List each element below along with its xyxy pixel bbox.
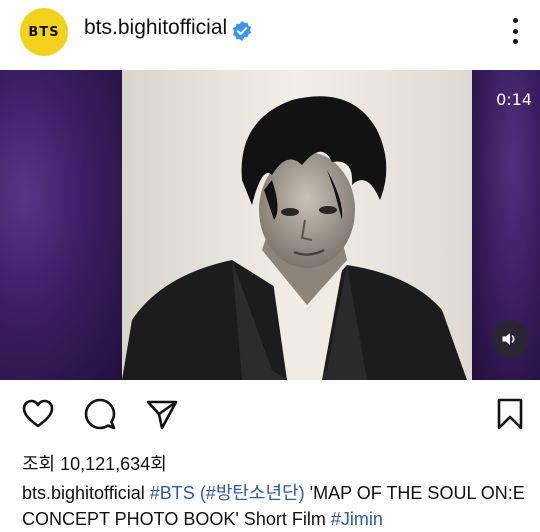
heart-icon[interactable] [20, 396, 56, 432]
send-icon[interactable] [144, 396, 180, 432]
video-frame [122, 70, 472, 380]
post-caption: bts.bighitofficial #BTS (#방탄소년단) 'MAP OF… [22, 480, 527, 532]
username[interactable]: bts.bighitofficial [84, 16, 227, 40]
more-vertical-icon[interactable] [503, 16, 527, 46]
video-timer: 0:14 [496, 90, 532, 109]
comment-icon[interactable] [82, 396, 118, 432]
purple-backdrop-left [0, 70, 122, 380]
view-count: 조회 10,121,634회 [22, 454, 167, 474]
hashtag-bangtan[interactable]: (#방탄소년단) [200, 483, 305, 503]
bookmark-icon[interactable] [492, 396, 528, 432]
hashtag-bts[interactable]: #BTS [150, 483, 195, 503]
avatar-logo-text: BTS [28, 24, 60, 40]
action-bar [0, 392, 540, 436]
portrait-illustration [122, 70, 472, 380]
post-header: BTS bts.bighitofficial [0, 0, 540, 62]
verified-badge-icon [232, 20, 252, 42]
video-player[interactable]: 0:14 [0, 70, 540, 380]
caption-username[interactable]: bts.bighitofficial [22, 483, 145, 503]
hashtag-jimin[interactable]: #Jimin [331, 509, 383, 529]
volume-on-icon[interactable] [491, 320, 529, 358]
avatar[interactable]: BTS [20, 8, 68, 56]
